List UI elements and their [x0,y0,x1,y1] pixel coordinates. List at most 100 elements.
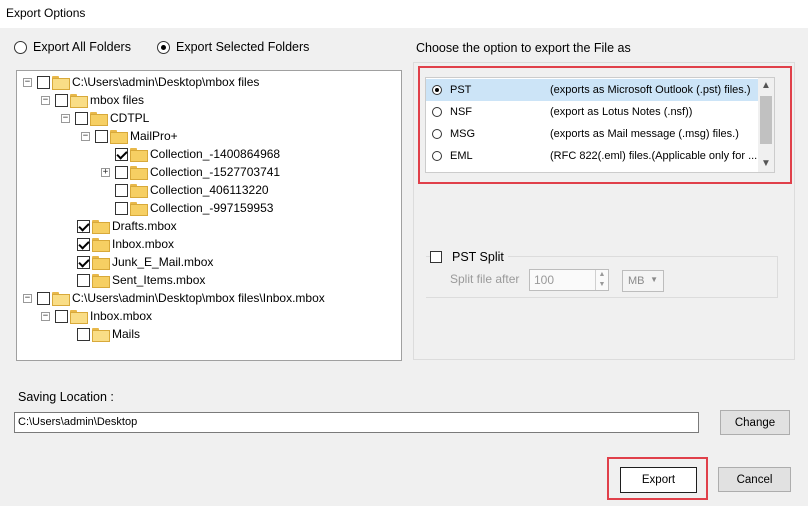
format-radio[interactable] [432,129,442,139]
node-checkbox[interactable] [115,183,128,197]
tree-node[interactable]: + Collection_-1527703741 [101,163,280,181]
format-name: NSF [450,106,472,118]
pst-split-checkbox[interactable] [430,251,442,263]
tree-node[interactable]: − C:\Users\admin\Desktop\mbox files\Inbo… [23,289,325,307]
export-all-folders-option[interactable]: Export All Folders [14,40,131,54]
tree-node[interactable]: − CDTPL [61,109,149,127]
pst-split-option[interactable]: PST Split [430,250,508,264]
export-selected-folders-option[interactable]: Export Selected Folders [157,40,309,54]
split-size-stepper[interactable]: 100 ▲ ▼ [529,269,609,291]
tree-node[interactable]: Inbox.mbox [77,235,174,253]
tree-node[interactable]: Collection_-997159953 [115,199,273,217]
node-label: Sent_Items.mbox [112,273,206,287]
format-option-pst[interactable]: PST (exports as Microsoft Outlook (.pst)… [426,79,760,101]
export-format-heading: Choose the option to export the File as [416,41,631,55]
folder-icon [92,274,110,288]
folder-icon [92,220,110,234]
format-option-nsf[interactable]: NSF (export as Lotus Notes (.nsf)) [426,101,760,123]
node-checkbox[interactable] [37,291,50,305]
tree-node[interactable]: Collection_-1400864968 [115,145,280,163]
node-checkbox[interactable] [77,255,90,269]
node-checkbox[interactable] [115,201,128,215]
collapse-icon[interactable]: − [41,95,50,105]
folder-open-icon [70,310,88,324]
format-option-msg[interactable]: MSG (exports as Mail message (.msg) file… [426,123,760,145]
scroll-thumb[interactable] [760,96,772,144]
saving-location-label: Saving Location : [18,390,114,404]
folder-open-icon [92,328,110,342]
node-label: Mails [112,327,141,341]
collapse-icon[interactable]: − [23,77,32,87]
format-name: EML [450,150,473,162]
export-all-radio[interactable] [14,40,27,54]
collapse-icon[interactable]: − [81,131,90,141]
tree-node[interactable]: Collection_406113220 [115,181,269,199]
node-label: Collection_-997159953 [150,201,274,215]
node-checkbox[interactable] [77,237,90,251]
format-description: (RFC 822(.eml) files.(Applicable only fo… [550,150,758,162]
node-label: Inbox.mbox [90,309,153,323]
format-radio[interactable] [432,151,442,161]
node-label: C:\Users\admin\Desktop\mbox files [72,75,260,89]
node-checkbox[interactable] [77,273,90,287]
node-checkbox[interactable] [55,309,68,323]
format-radio[interactable] [432,107,442,117]
node-label: C:\Users\admin\Desktop\mbox files\Inbox.… [72,291,325,305]
export-selected-radio[interactable] [157,40,170,54]
folder-icon [130,184,148,198]
tree-node[interactable]: Mails [77,325,140,343]
node-label: Junk_E_Mail.mbox [112,255,214,269]
window-title: Export Options [6,6,86,20]
node-checkbox[interactable] [37,75,50,89]
format-name: PST [450,84,472,96]
tree-node[interactable]: − Inbox.mbox [41,307,152,325]
node-checkbox[interactable] [75,111,88,125]
format-list-scrollbar[interactable]: ▲ ▼ [758,78,774,172]
folder-open-icon [70,94,88,108]
format-radio[interactable] [432,85,442,95]
saving-location-field[interactable]: C:\Users\admin\Desktop [14,412,699,433]
node-label: Drafts.mbox [112,219,177,233]
node-label: Collection_-1400864968 [150,147,281,161]
node-checkbox[interactable] [77,219,90,233]
split-unit-value: MB [628,275,645,287]
scroll-down-icon[interactable]: ▼ [758,156,774,172]
export-selected-label: Export Selected Folders [176,40,310,54]
tree-node[interactable]: Drafts.mbox [77,217,177,235]
format-name: MSG [450,128,476,140]
stepper-arrows-icon[interactable]: ▲ ▼ [595,270,608,290]
cancel-button[interactable]: Cancel [718,467,791,492]
format-option-eml[interactable]: EML (RFC 822(.eml) files.(Applicable onl… [426,145,760,167]
node-checkbox[interactable] [115,147,128,161]
collapse-icon[interactable]: − [61,113,70,123]
format-description: (exports as Microsoft Outlook (.pst) fil… [550,84,751,96]
tree-node[interactable]: − MailPro+ [81,127,178,145]
format-description: (export as Lotus Notes (.nsf)) [550,106,693,118]
split-after-label: Split file after [450,272,520,286]
node-checkbox[interactable] [77,327,90,341]
folder-icon [92,238,110,252]
node-checkbox[interactable] [55,93,68,107]
tree-node[interactable]: Sent_Items.mbox [77,271,205,289]
tree-node[interactable]: − mbox files [41,91,144,109]
export-all-label: Export All Folders [33,40,131,54]
node-label: Collection_406113220 [150,183,269,197]
node-checkbox[interactable] [95,129,108,143]
export-button[interactable]: Export [620,467,697,493]
collapse-icon[interactable]: − [41,311,50,321]
export-format-list[interactable]: PST (exports as Microsoft Outlook (.pst)… [425,77,775,173]
split-size-value: 100 [534,273,555,287]
node-checkbox[interactable] [115,165,128,179]
split-unit-select[interactable]: MB ▼ [622,270,664,292]
folder-icon [110,130,128,144]
folder-tree[interactable]: − C:\Users\admin\Desktop\mbox files − mb… [16,70,402,361]
collapse-icon[interactable]: − [23,293,32,303]
expand-icon[interactable]: + [101,167,110,177]
folder-icon [90,112,108,126]
chevron-down-icon: ▼ [650,275,658,284]
scroll-up-icon[interactable]: ▲ [758,78,774,94]
tree-node[interactable]: Junk_E_Mail.mbox [77,253,213,271]
tree-node[interactable]: − C:\Users\admin\Desktop\mbox files [23,73,259,91]
change-button[interactable]: Change [720,410,790,435]
pst-split-label: PST Split [452,250,504,264]
